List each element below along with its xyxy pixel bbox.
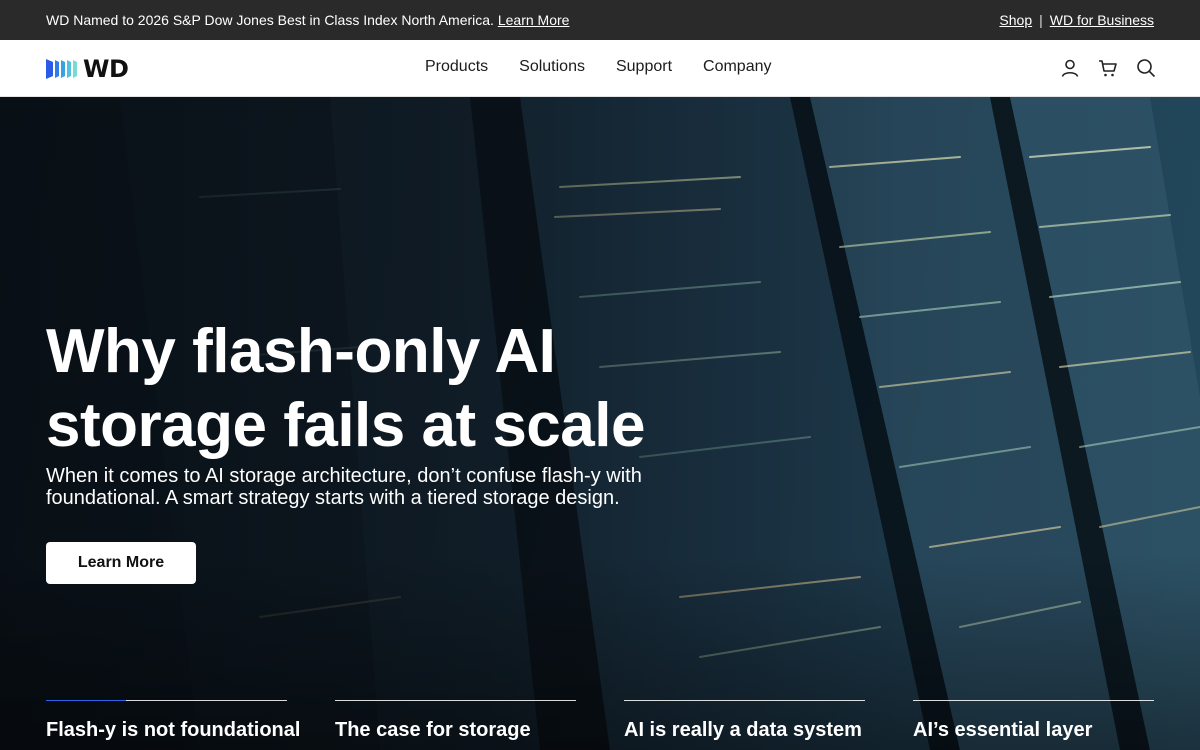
story-tab-4[interactable]: AI’s essential layer bbox=[913, 700, 1154, 750]
nav-company[interactable]: Company bbox=[703, 58, 771, 76]
header-icons bbox=[1060, 58, 1156, 78]
announcement-bar: WD Named to 2026 S&P Dow Jones Best in C… bbox=[0, 0, 1200, 40]
main-nav: Products Solutions Support Company bbox=[425, 58, 803, 76]
cart-icon[interactable] bbox=[1098, 58, 1118, 78]
utility-separator: | bbox=[1039, 12, 1043, 28]
hero-title-line-2: storage fails at scale bbox=[46, 391, 645, 460]
story-tab-label: AI is really a data system bbox=[624, 719, 862, 741]
logo-text: WD bbox=[83, 55, 129, 83]
story-tab-2[interactable]: The case for storage bbox=[335, 700, 576, 750]
announcement-message: WD Named to 2026 S&P Dow Jones Best in C… bbox=[46, 12, 494, 28]
shop-link[interactable]: Shop bbox=[999, 12, 1032, 28]
account-icon[interactable] bbox=[1060, 58, 1080, 78]
hero-learn-more-button[interactable]: Learn More bbox=[46, 542, 196, 584]
nav-solutions[interactable]: Solutions bbox=[519, 58, 585, 76]
search-icon[interactable] bbox=[1136, 58, 1156, 78]
story-tab-1[interactable]: Flash-y is not foundational bbox=[46, 700, 300, 750]
hero-title: Why flash-only AI storage fails at scale bbox=[46, 315, 746, 463]
wd-logo[interactable]: WD bbox=[46, 55, 129, 83]
nav-products[interactable]: Products bbox=[425, 58, 488, 76]
story-tab-label: The case for storage bbox=[335, 719, 531, 741]
wd-logo-mark-icon bbox=[46, 59, 77, 79]
announcement-learn-more-link[interactable]: Learn More bbox=[498, 12, 570, 28]
hero-title-line-1: Why flash-only AI bbox=[46, 317, 556, 386]
story-tab-label: Flash-y is not foundational bbox=[46, 719, 301, 741]
hero-subtitle: When it comes to AI storage architecture… bbox=[46, 465, 706, 509]
announcement-message-wrap: WD Named to 2026 S&P Dow Jones Best in C… bbox=[46, 12, 569, 28]
hero-subtitle-line-2: foundational. A smart strategy starts wi… bbox=[46, 487, 620, 509]
story-tab-3[interactable]: AI is really a data system bbox=[624, 700, 865, 750]
wd-for-business-link[interactable]: WD for Business bbox=[1050, 12, 1154, 28]
nav-support[interactable]: Support bbox=[616, 58, 672, 76]
hero-subtitle-line-1: When it comes to AI storage architecture… bbox=[46, 465, 642, 487]
hero-story-tabs: Flash-y is not foundational The case for… bbox=[46, 700, 1154, 750]
story-tab-label: AI’s essential layer bbox=[913, 719, 1093, 741]
hero-section: Why flash-only AI storage fails at scale… bbox=[0, 97, 1200, 750]
site-header: WD Products Solutions Support Company bbox=[0, 40, 1200, 97]
utility-links: Shop | WD for Business bbox=[999, 12, 1154, 28]
